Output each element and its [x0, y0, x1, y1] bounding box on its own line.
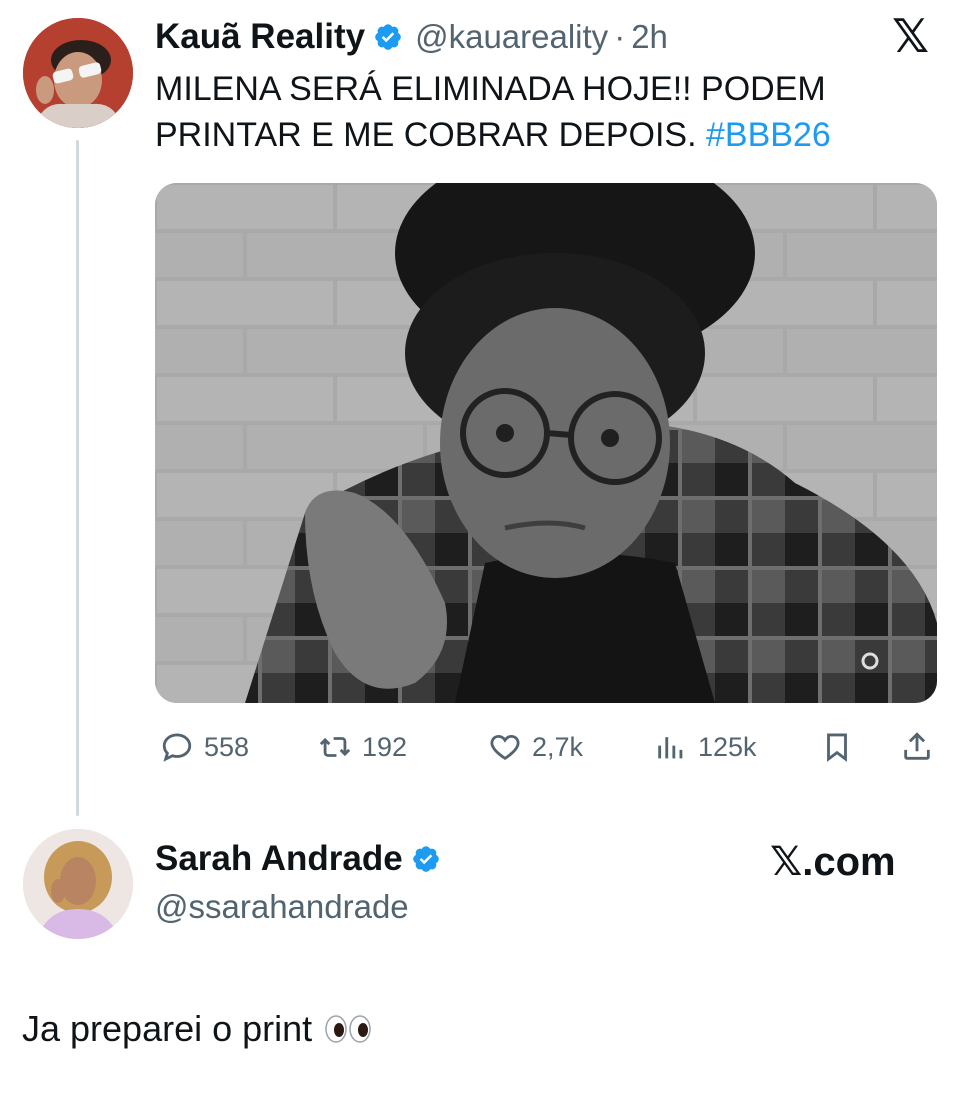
tweet-text-line-2: PRINTAR E ME COBRAR DEPOIS.	[155, 116, 697, 154]
like-button[interactable]: 2,7k	[488, 728, 583, 766]
reply-button[interactable]: 558	[160, 728, 249, 766]
eyes-emoji-icon	[325, 1015, 371, 1043]
heart-icon	[490, 734, 520, 760]
thread-connector-line	[76, 140, 79, 816]
retweet-count: 192	[362, 731, 408, 762]
x-logo-icon[interactable]: 𝕏	[892, 10, 929, 62]
retweet-arrows-icon	[319, 737, 351, 757]
bookmark-icon	[827, 733, 847, 762]
sarah-handle[interactable]: @ssarahandrade	[155, 888, 409, 926]
verified-badge-icon	[412, 846, 439, 872]
like-count: 2,7k	[532, 731, 584, 762]
tweet-photo[interactable]	[155, 183, 937, 703]
share-upload-icon	[904, 732, 930, 760]
speech-bubble-icon	[162, 733, 192, 762]
verified-badge-icon	[375, 24, 401, 50]
sarah-avatar[interactable]	[23, 829, 133, 939]
tweet-timestamp[interactable]: 2h	[631, 18, 668, 56]
share-button[interactable]	[900, 728, 934, 766]
comment-text: Ja preparei o print	[22, 1008, 313, 1049]
sarah-name[interactable]: Sarah Andrade	[155, 839, 403, 879]
tweet-header: Kauã Reality @kauareality · 2h	[155, 14, 668, 60]
bookmark-button[interactable]	[820, 728, 854, 766]
sarah-header: Sarah Andrade	[155, 836, 441, 882]
author-avatar[interactable]	[23, 18, 133, 128]
tweet-text-line-1: MILENA SERÁ ELIMINADA HOJE!! PODEM	[155, 70, 826, 108]
reply-count: 558	[204, 731, 250, 762]
author-handle[interactable]: @kauareality	[415, 18, 608, 56]
comment: Ja preparei o print	[22, 1008, 372, 1050]
views-button[interactable]: 125k	[654, 728, 757, 766]
retweet-button[interactable]: 192	[318, 728, 407, 766]
tweet-text: MILENA SERÁ ELIMINADA HOJE!! PODEM PRINT…	[155, 66, 925, 158]
separator-dot: ·	[614, 18, 626, 55]
hashtag-link[interactable]: #BBB26	[706, 116, 831, 154]
x-com-label[interactable]: 𝕏.com	[770, 838, 896, 886]
author-name[interactable]: Kauã Reality	[155, 17, 365, 57]
views-count: 125k	[698, 731, 757, 762]
bar-chart-icon	[658, 737, 683, 759]
